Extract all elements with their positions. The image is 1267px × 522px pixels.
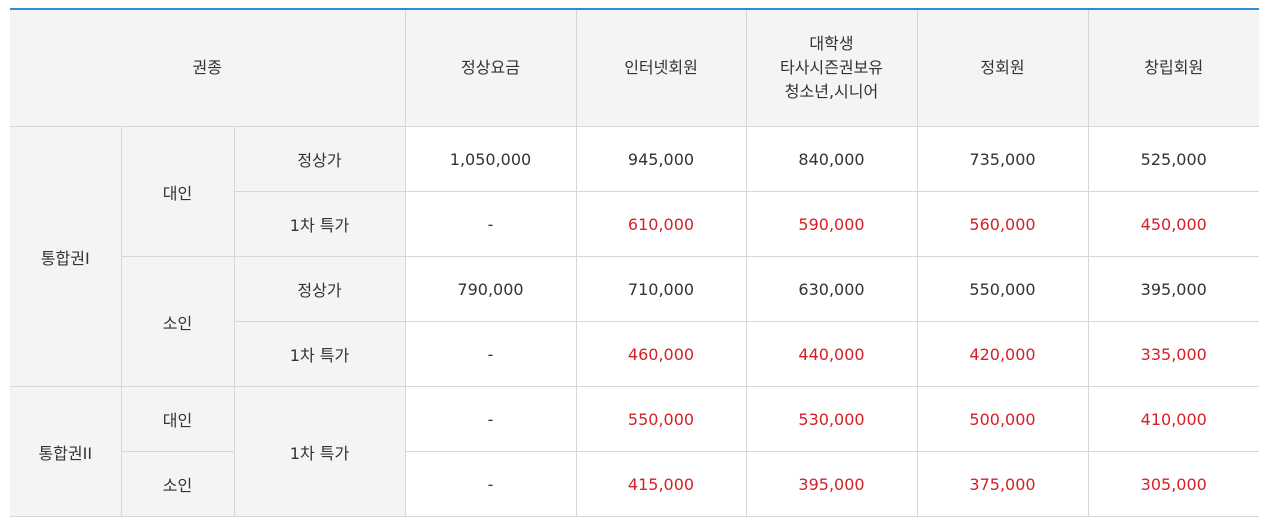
price-type-early: 1차 특가 [234,321,406,387]
price-cell: 525,000 [1087,126,1259,192]
discount-price-cell: 450,000 [1087,191,1259,257]
price-cell: 1,050,000 [404,126,577,192]
discount-price-cell: 415,000 [575,451,747,517]
discount-price-cell: 440,000 [745,321,918,387]
table-row: 통합권II 대인 1차 특가 - 550,000 530,000 500,000… [10,386,1259,517]
price-cell: - [404,386,577,452]
discount-price-cell: 590,000 [745,191,918,257]
discount-price-cell: 560,000 [916,191,1089,257]
price-type-normal: 정상가 [233,256,406,322]
age-label-adult: 대인 [120,386,235,452]
price-type-early: 1차 특가 [233,386,406,517]
price-cell: 790,000 [404,256,577,322]
age-label-child: 소인 [121,451,235,517]
price-table-container: 권종 정상요금 인터넷회원 대학생 타사시즌권보유 청소년,시니어 정회원 창립… [10,8,1259,517]
season-pass-price-table: 권종 정상요금 인터넷회원 대학생 타사시즌권보유 청소년,시니어 정회원 창립… [10,8,1259,517]
age-label-child: 소인 [121,256,235,387]
discount-price-cell: 410,000 [1087,386,1259,452]
price-cell: - [404,451,577,517]
price-cell: - [404,191,577,257]
price-cell: 710,000 [575,256,747,322]
header-ticket-type: 권종 [10,8,406,127]
header-regular-member: 정회원 [916,8,1089,127]
price-cell: 395,000 [1087,256,1259,322]
header-student-youth-senior: 대학생 타사시즌권보유 청소년,시니어 [745,8,918,127]
table-row: 소인 정상가 790,000 710,000 630,000 550,000 3… [10,256,1259,387]
header-regular-price: 정상요금 [404,8,577,127]
header-row: 권종 정상요금 인터넷회원 대학생 타사시즌권보유 청소년,시니어 정회원 창립… [10,8,1259,127]
discount-price-cell: 460,000 [575,321,747,387]
group-label-pass-1: 통합권I [10,126,122,387]
header-internet-member: 인터넷회원 [575,8,747,127]
header-student-line-1: 대학생 [809,34,854,53]
price-cell: 550,000 [916,256,1089,322]
price-cell: 735,000 [916,126,1089,192]
price-cell: - [404,321,577,387]
discount-price-cell: 305,000 [1087,451,1259,517]
discount-price-cell: 550,000 [575,386,747,452]
age-label-adult: 대인 [120,126,235,257]
discount-price-cell: 500,000 [916,386,1089,452]
price-type-normal: 정상가 [233,126,406,192]
price-cell: 840,000 [745,126,918,192]
table-row: 소인 - 415,000 395,000 375,000 305,000 [10,451,1259,517]
group-label-pass-2: 통합권II [10,386,122,517]
price-cell: 945,000 [575,126,747,192]
discount-price-cell: 420,000 [916,321,1089,387]
price-type-early: 1차 특가 [234,191,406,257]
discount-price-cell: 395,000 [745,451,918,517]
discount-price-cell: 610,000 [575,191,747,257]
header-student-line-3: 청소년,시니어 [784,82,879,101]
table-row: 통합권I 대인 정상가 1,050,000 945,000 840,000 73… [10,126,1259,387]
discount-price-cell: 530,000 [745,386,918,452]
header-founding-member: 창립회원 [1087,8,1259,127]
header-student-line-2: 타사시즌권보유 [779,58,884,77]
price-cell: 630,000 [745,256,918,322]
discount-price-cell: 335,000 [1087,321,1259,387]
discount-price-cell: 375,000 [916,451,1089,517]
